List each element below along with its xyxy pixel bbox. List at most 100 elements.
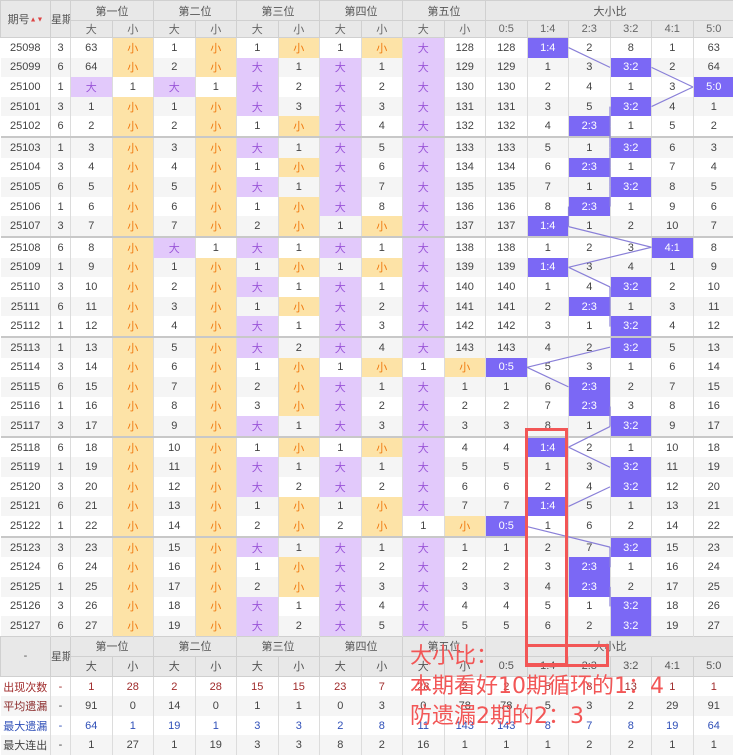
omission-count: 13 bbox=[154, 497, 196, 517]
ratio-omission: 1 bbox=[610, 557, 652, 577]
weekday: 1 bbox=[51, 77, 71, 97]
ratio-omission: 14 bbox=[652, 516, 694, 537]
omission-count: 8 bbox=[361, 197, 403, 217]
omission-count: 8 bbox=[71, 237, 113, 258]
ratio-omission: 1 bbox=[486, 377, 528, 397]
ratio-omission: 10 bbox=[693, 277, 733, 297]
small-marker: 小 bbox=[112, 58, 154, 78]
omission-count: 11 bbox=[71, 297, 113, 317]
omission-count: 1 bbox=[361, 237, 403, 258]
ratio-omission: 1 bbox=[569, 216, 611, 237]
issue-column-header[interactable]: 期号▲▼ bbox=[1, 1, 51, 38]
big-marker: 大 bbox=[320, 58, 362, 78]
ratio-omission: 1 bbox=[527, 457, 569, 477]
big-header-4: 大 bbox=[320, 21, 362, 38]
ratio-omission: 3 bbox=[569, 58, 611, 78]
omission-count: 4 bbox=[361, 116, 403, 137]
footer-big-header-2: 大 bbox=[154, 656, 196, 676]
ratio-omission: 1 bbox=[569, 316, 611, 337]
ratio-omission: 1 bbox=[610, 297, 652, 317]
big-marker: 大 bbox=[320, 77, 362, 97]
stats-value: 8 bbox=[527, 716, 569, 736]
ratio-omission: 1 bbox=[527, 277, 569, 297]
ratio-omission: 2 bbox=[610, 577, 652, 597]
table-row: 25112112小4小大1大3大142142313:2412 bbox=[1, 316, 733, 337]
omission-count: 4 bbox=[154, 316, 196, 337]
small-marker: 小 bbox=[278, 557, 320, 577]
big-marker: 大 bbox=[403, 38, 445, 58]
stats-value: 16 bbox=[403, 735, 445, 755]
stats-value: 2 bbox=[610, 696, 652, 716]
position-1-header: 第一位 bbox=[71, 1, 154, 21]
ratio-hit: 5:0 bbox=[693, 77, 733, 97]
stats-value: 1 bbox=[527, 735, 569, 755]
weekday: 1 bbox=[51, 337, 71, 358]
small-marker: 小 bbox=[112, 237, 154, 258]
big-marker: 大 bbox=[320, 197, 362, 217]
omission-count: 12 bbox=[154, 477, 196, 497]
small-marker: 小 bbox=[195, 137, 237, 158]
omission-count: 2 bbox=[237, 577, 279, 597]
ratio-omission: 7 bbox=[652, 377, 694, 397]
ratio-omission: 139 bbox=[486, 258, 528, 278]
ratio-omission: 1 bbox=[610, 358, 652, 378]
ratio-omission: 18 bbox=[652, 597, 694, 617]
ratio-omission: 26 bbox=[693, 597, 733, 617]
omission-count: 2 bbox=[444, 557, 486, 577]
ratio-omission: 140 bbox=[486, 277, 528, 297]
weekday: 6 bbox=[51, 437, 71, 458]
ratio-omission: 8 bbox=[652, 177, 694, 197]
ratio-omission: 19 bbox=[652, 616, 694, 636]
table-row: 2510434小4小1小大6大13413462:3174 bbox=[1, 158, 733, 178]
omission-count: 1 bbox=[154, 258, 196, 278]
big-marker: 大 bbox=[237, 137, 279, 158]
omission-count: 27 bbox=[71, 616, 113, 636]
ratio-omission: 3 bbox=[527, 97, 569, 117]
big-marker: 大 bbox=[403, 377, 445, 397]
omission-count: 142 bbox=[444, 316, 486, 337]
big-marker: 大 bbox=[320, 337, 362, 358]
issue-number: 25119 bbox=[1, 457, 51, 477]
small-marker: 小 bbox=[195, 358, 237, 378]
ratio-group-header: 大小比 bbox=[486, 1, 733, 21]
table-row: 25120320小12小大2大2大66243:21220 bbox=[1, 477, 733, 497]
stats-label: 最大遗漏 bbox=[1, 716, 51, 736]
ratio-omission: 4 bbox=[569, 477, 611, 497]
trend-chart-page: 期号▲▼ 星期 第一位 第二位 第三位 第四位 第五位 大小比 大小大小大小大小… bbox=[0, 0, 733, 744]
position-3-header: 第三位 bbox=[237, 1, 320, 21]
footer-small-header-5: 小 bbox=[444, 656, 486, 676]
omission-count: 133 bbox=[444, 137, 486, 158]
omission-count: 3 bbox=[444, 416, 486, 437]
big-marker: 大 bbox=[320, 616, 362, 636]
small-marker: 小 bbox=[278, 516, 320, 537]
weekday: 6 bbox=[51, 58, 71, 78]
ratio-omission: 23 bbox=[693, 537, 733, 558]
ratio-hit: 2:3 bbox=[569, 116, 611, 137]
small-marker: 小 bbox=[195, 516, 237, 537]
omission-count: 141 bbox=[444, 297, 486, 317]
small-marker: 小 bbox=[195, 437, 237, 458]
sort-icon[interactable]: ▲▼ bbox=[30, 17, 44, 24]
ratio-omission: 6 bbox=[652, 137, 694, 158]
ratio-omission: 4 bbox=[652, 97, 694, 117]
big-marker: 大 bbox=[320, 397, 362, 417]
ratio-hit: 3:2 bbox=[610, 337, 652, 358]
stats-row: 最大连出-1271193382161112211 bbox=[1, 735, 733, 755]
omission-count: 4 bbox=[154, 158, 196, 178]
big-marker: 大 bbox=[403, 116, 445, 137]
ratio-omission: 1 bbox=[652, 38, 694, 58]
small-marker: 小 bbox=[112, 277, 154, 297]
small-marker: 小 bbox=[361, 216, 403, 237]
ratio-omission: 2 bbox=[569, 616, 611, 636]
ratio-omission: 130 bbox=[486, 77, 528, 97]
footer-ratio-header-0-5: 0:5 bbox=[486, 656, 528, 676]
omission-count: 1 bbox=[403, 358, 445, 378]
big-marker: 大 bbox=[237, 537, 279, 558]
stats-value: 1 bbox=[486, 735, 528, 755]
ratio-omission: 2 bbox=[652, 277, 694, 297]
big-marker: 大 bbox=[403, 457, 445, 477]
big-marker: 大 bbox=[237, 597, 279, 617]
ratio-omission: 5 bbox=[486, 457, 528, 477]
omission-count: 1 bbox=[278, 597, 320, 617]
stats-value: 28 bbox=[403, 676, 445, 696]
